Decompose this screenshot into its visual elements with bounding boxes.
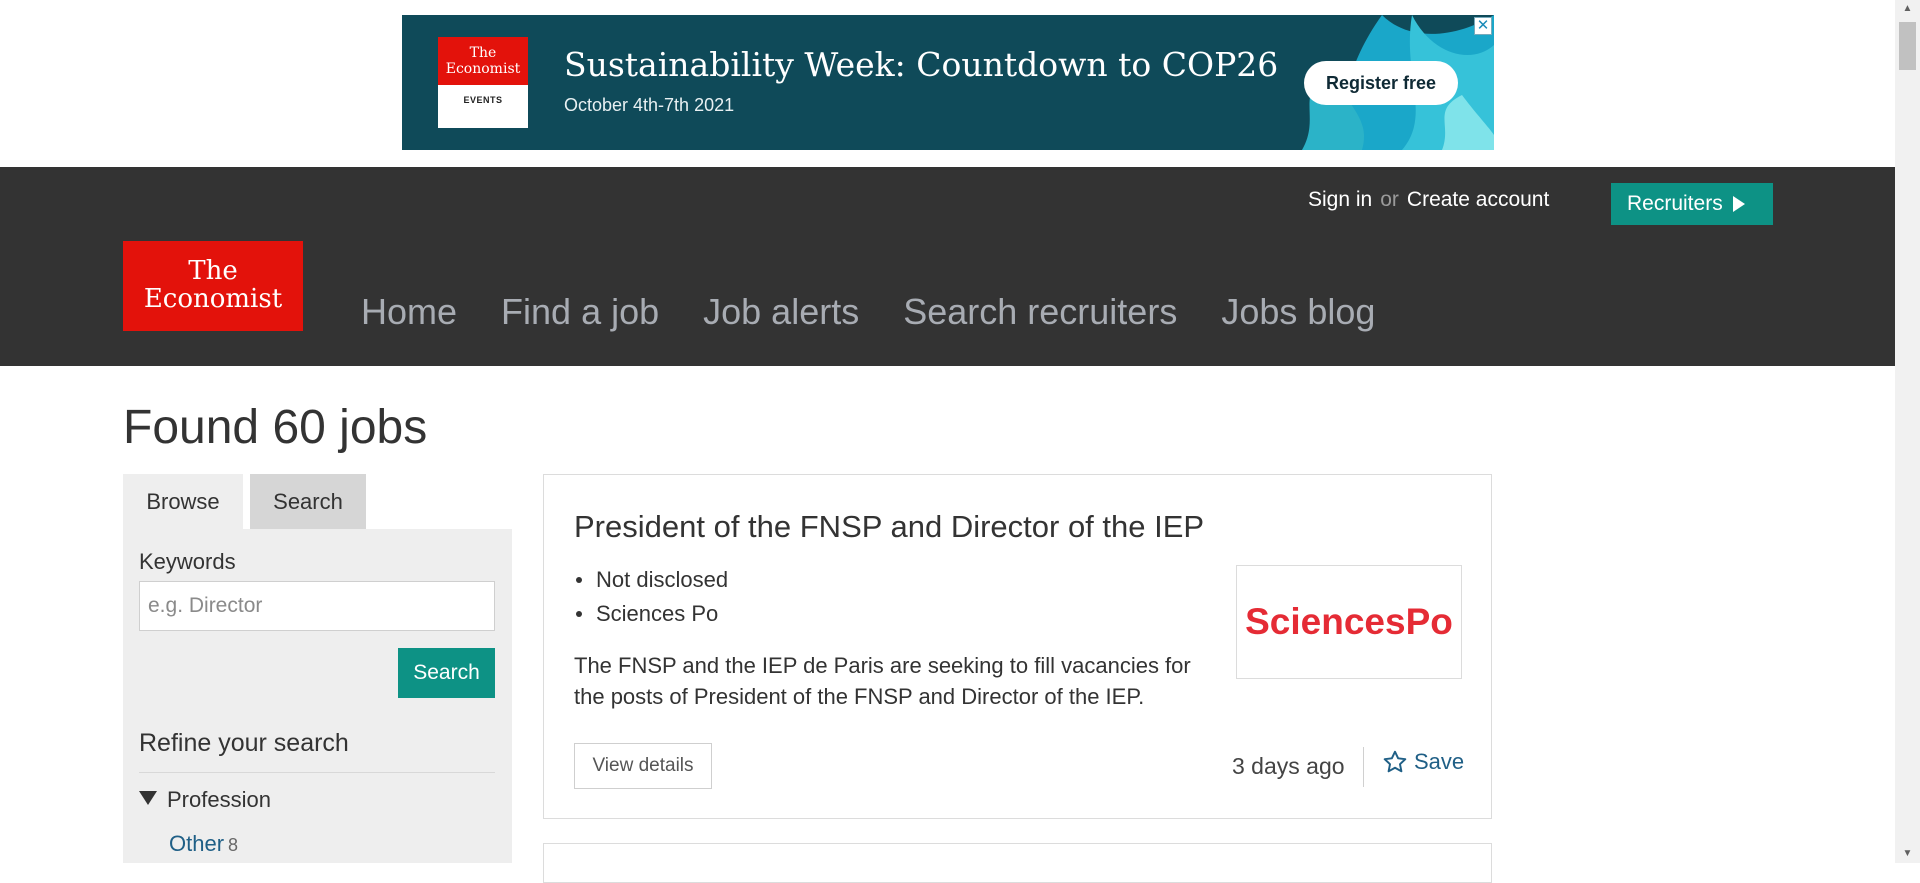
results-heading: Found 60 jobs — [123, 401, 428, 454]
logo-line2: Economist — [143, 284, 283, 314]
nav-job-alerts[interactable]: Job alerts — [703, 291, 859, 333]
sidebar-panel: Keywords Search Refine your search Profe… — [123, 529, 512, 863]
filter-other-label: Other — [169, 831, 225, 856]
job-card — [543, 843, 1492, 883]
or-text: or — [1380, 188, 1399, 211]
ad-logo-line1: The — [469, 45, 497, 61]
ad-register-button[interactable]: Register free — [1304, 61, 1458, 105]
refine-heading: Refine your search — [139, 729, 349, 757]
economist-logo[interactable]: The Economist — [123, 241, 303, 331]
page-scrollbar[interactable]: ▲ ▼ — [1895, 0, 1920, 863]
nav-home[interactable]: Home — [361, 291, 457, 333]
job-meta-list: Not disclosed Sciences Po — [574, 567, 728, 635]
job-employer: Sciences Po — [574, 601, 728, 635]
ad-subtitle: October 4th-7th 2021 — [564, 95, 735, 115]
profession-label: Profession — [167, 787, 271, 812]
divider — [1363, 747, 1364, 787]
account-links: Sign in or Create account — [1308, 188, 1549, 212]
create-account-link[interactable]: Create account — [1407, 188, 1549, 211]
ad-logo-events: EVENTS — [463, 95, 503, 105]
site-header: Sign in or Create account Recruiters The E… — [0, 167, 1895, 366]
nav-search-recruiters[interactable]: Search recruiters — [903, 291, 1177, 333]
ad-economist-events-logo: The Economist EVENTS — [438, 37, 528, 128]
play-triangle-icon — [1732, 196, 1745, 212]
recruiters-button[interactable]: Recruiters — [1611, 183, 1773, 225]
scrollbar-thumb[interactable] — [1899, 22, 1916, 70]
filter-other[interactable]: Other 8 — [169, 831, 238, 857]
main-nav: Home Find a job Job alerts Search recrui… — [361, 291, 1419, 333]
ad-title: Sustainability Week: Countdown to COP26 — [564, 45, 1279, 84]
job-title-link[interactable]: President of the FNSP and Director of th… — [574, 509, 1204, 545]
nav-jobs-blog[interactable]: Jobs blog — [1221, 291, 1375, 333]
ad-logo-line2: Economist — [445, 61, 521, 77]
recruiters-label: Recruiters — [1627, 192, 1723, 215]
job-card: President of the FNSP and Director of th… — [543, 474, 1492, 819]
ad-banner-area: The Economist EVENTS Sustainability Week… — [0, 0, 1895, 167]
job-salary: Not disclosed — [574, 567, 728, 601]
ad-banner[interactable]: The Economist EVENTS Sustainability Week… — [402, 15, 1494, 150]
close-icon[interactable]: ✕ — [1474, 17, 1492, 35]
triangle-down-icon — [139, 791, 157, 805]
search-button[interactable]: Search — [398, 648, 495, 698]
divider — [139, 772, 495, 773]
ad-logo-red-box: The Economist — [438, 37, 528, 85]
tab-browse[interactable]: Browse — [123, 474, 243, 529]
keywords-label: Keywords — [139, 549, 236, 574]
profession-toggle[interactable]: Profession — [139, 787, 271, 813]
scroll-down-arrow-icon[interactable]: ▼ — [1895, 845, 1920, 863]
nav-find-a-job[interactable]: Find a job — [501, 291, 659, 333]
sign-in-link[interactable]: Sign in — [1308, 188, 1372, 211]
view-details-button[interactable]: View details — [574, 743, 712, 789]
save-job-button[interactable]: Save — [1382, 749, 1464, 775]
job-description: The FNSP and the IEP de Paris are seekin… — [574, 653, 1191, 709]
filter-other-count: 8 — [228, 835, 239, 855]
company-logo[interactable]: SciencesPo — [1236, 565, 1462, 679]
keywords-input[interactable] — [139, 581, 495, 631]
logo-line1: The — [188, 256, 238, 286]
scroll-up-arrow-icon[interactable]: ▲ — [1895, 0, 1920, 18]
posted-date: 3 days ago — [1232, 753, 1345, 779]
star-outline-icon — [1383, 750, 1407, 773]
save-label: Save — [1414, 749, 1465, 774]
tab-search[interactable]: Search — [250, 474, 366, 529]
